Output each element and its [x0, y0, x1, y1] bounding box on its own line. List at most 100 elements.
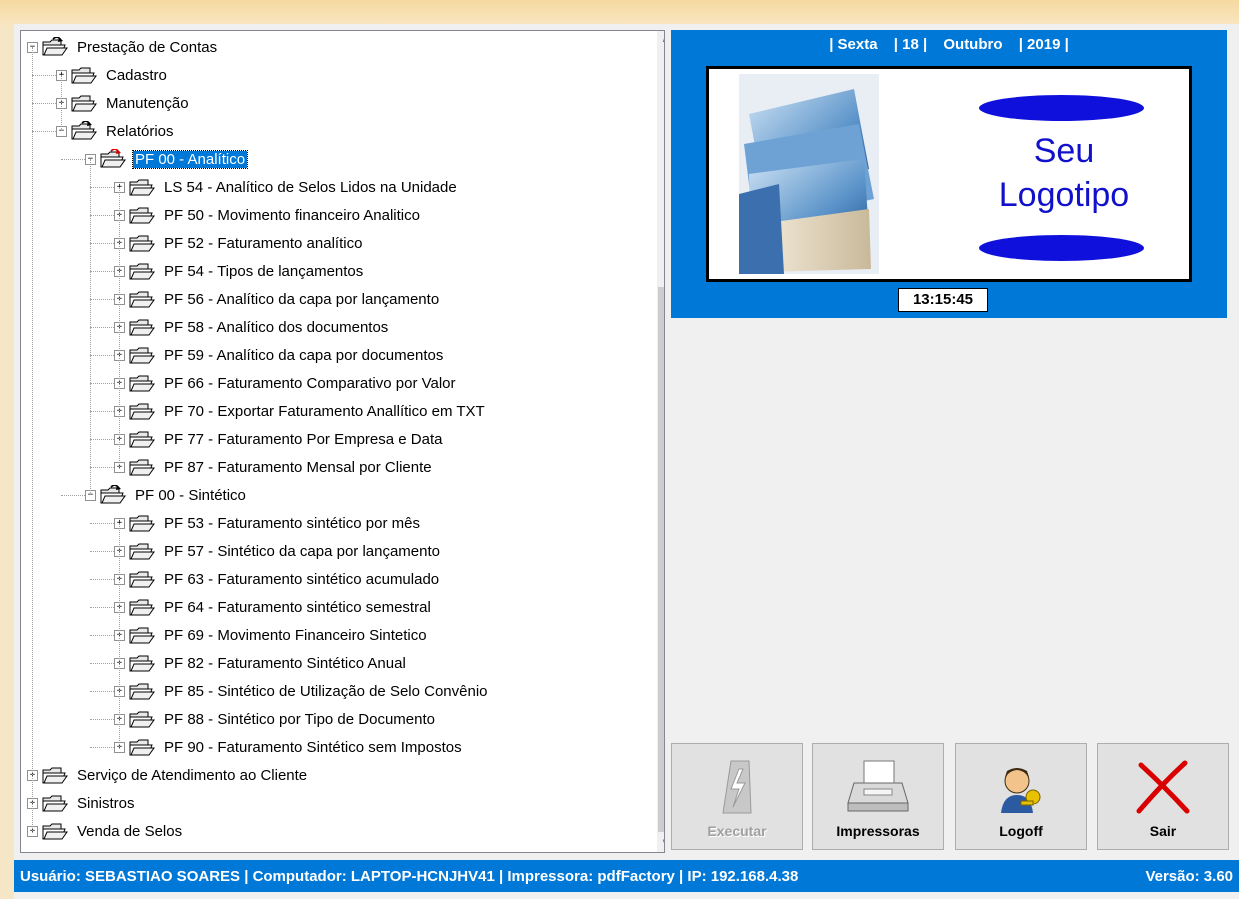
tree-item-label: PF 63 - Faturamento sintético acumulado: [164, 570, 440, 588]
tree-item[interactable]: − Relatórios: [56, 120, 176, 142]
execute-button[interactable]: Executar: [671, 743, 803, 850]
tree-item-label: PF 70 - Exportar Faturamento Anallítico …: [164, 402, 485, 420]
year: | 2019 |: [1018, 36, 1069, 53]
tree-item[interactable]: − PF 00 - Sintético: [85, 484, 248, 506]
tree-scrollbar[interactable]: ∧ ∨: [657, 31, 664, 852]
tree-connector: [90, 159, 91, 495]
tree-item[interactable]: + Cadastro: [56, 64, 169, 86]
tree-item[interactable]: + PF 90 - Faturamento Sintético sem Impos…: [114, 736, 464, 758]
tree-connector: [90, 215, 114, 216]
tree-item[interactable]: + PF 77 - Faturamento Por Empresa e Data: [114, 428, 444, 450]
tree-item[interactable]: + PF 88 - Sintético por Tipo de Documento: [114, 708, 437, 730]
tree-item-label: PF 82 - Faturamento Sintético Anual: [164, 654, 406, 672]
tree-item[interactable]: + Venda de Selos: [27, 820, 184, 842]
status-info: Usuário: SEBASTIAO SOARES | Computador: …: [20, 867, 799, 885]
tree-item[interactable]: + PF 87 - Faturamento Mensal por Cliente: [114, 456, 434, 478]
scroll-thumb[interactable]: [658, 287, 664, 832]
tree-item[interactable]: + PF 70 - Exportar Faturamento Anallítico…: [114, 400, 487, 422]
tree-item[interactable]: + PF 63 - Faturamento sintético acumulado: [114, 568, 441, 590]
logo-oval-top: [979, 95, 1144, 121]
folder-icon: [128, 597, 156, 617]
scroll-down-icon[interactable]: ∨: [657, 835, 664, 852]
printers-button[interactable]: Impressoras: [812, 743, 944, 850]
folder-icon: [99, 484, 127, 505]
tree-item[interactable]: − PF 00 - Analítico: [85, 148, 249, 170]
folder-icon: [128, 177, 156, 197]
tree-connector: [90, 579, 114, 580]
tree-connector: [90, 719, 114, 720]
folder-icon: [128, 205, 156, 225]
tree-item-label: PF 77 - Faturamento Por Empresa e Data: [164, 430, 443, 448]
folder-icon: [128, 541, 156, 561]
folder-icon: [70, 65, 98, 85]
tree-item[interactable]: + PF 66 - Faturamento Comparativo por Val…: [114, 372, 458, 394]
tree-connector: [61, 159, 85, 160]
tree-connector: [61, 495, 85, 496]
tree-item-label: Relatórios: [106, 122, 174, 140]
tree-item-label: PF 00 - Sintético: [135, 486, 246, 504]
printers-label: Impressoras: [836, 823, 920, 839]
tree-connector: [90, 355, 114, 356]
tree-item-label: PF 58 - Analítico dos documentos: [164, 318, 389, 336]
tree-connector: [90, 663, 114, 664]
tree-connector: [90, 691, 114, 692]
reports-tree[interactable]: − Prestação de Contas + Cadastro + Manutenção…: [20, 30, 665, 853]
tree-connector: [32, 75, 56, 76]
tree-connector: [32, 103, 56, 104]
tree-item[interactable]: + LS 54 - Analítico de Selos Lidos na Uni…: [114, 176, 459, 198]
execute-label: Executar: [707, 823, 767, 839]
tree-item[interactable]: + PF 59 - Analítico da capa por documento…: [114, 344, 445, 366]
folder-icon: [128, 233, 156, 253]
documents-icon: [739, 74, 879, 274]
close-icon: [1136, 760, 1190, 814]
tree-item[interactable]: + Sinistros: [27, 792, 137, 814]
tree-item[interactable]: + Serviço de Atendimento ao Cliente: [27, 764, 309, 786]
tree-item[interactable]: + PF 82 - Faturamento Sintético Anual: [114, 652, 408, 674]
logoff-label: Logoff: [999, 823, 1043, 839]
tree-connector: [32, 131, 56, 132]
folder-icon: [41, 821, 69, 841]
tree-connector: [90, 411, 114, 412]
tree-connector: [90, 299, 114, 300]
folder-icon: [128, 625, 156, 645]
tree-item[interactable]: + PF 58 - Analítico dos documentos: [114, 316, 390, 338]
folder-icon: [128, 457, 156, 477]
tree-item-label: PF 85 - Sintético de Utilização de Selo …: [164, 682, 488, 700]
exit-button[interactable]: Sair: [1097, 743, 1229, 850]
tree-item[interactable]: + PF 53 - Faturamento sintético por mês: [114, 512, 422, 534]
folder-icon: [128, 513, 156, 533]
folder-icon: [41, 765, 69, 785]
tree-item[interactable]: + PF 57 - Sintético da capa por lançament…: [114, 540, 442, 562]
tree-item[interactable]: + PF 69 - Movimento Financeiro Sintetico: [114, 624, 429, 646]
clock: 13:15:45: [898, 288, 988, 312]
tree-item[interactable]: + PF 52 - Faturamento analítico: [114, 232, 364, 254]
folder-icon: [128, 261, 156, 281]
tree-item-label: PF 88 - Sintético por Tipo de Documento: [164, 710, 435, 728]
tree-item-label: LS 54 - Analítico de Selos Lidos na Unid…: [164, 178, 457, 196]
tree-connector: [90, 383, 114, 384]
tree-item[interactable]: + PF 64 - Faturamento sintético semestral: [114, 596, 433, 618]
tree-item-label: PF 53 - Faturamento sintético por mês: [164, 514, 420, 532]
tree-item[interactable]: − Prestação de Contas: [27, 36, 219, 58]
tree-item[interactable]: + PF 56 - Analítico da capa por lançament…: [114, 288, 441, 310]
weekday: | Sexta: [829, 36, 878, 53]
tree-connector: [90, 243, 114, 244]
tree-item-label: PF 50 - Movimento financeiro Analitico: [164, 206, 420, 224]
tree-connector: [90, 271, 114, 272]
tree-item-label: PF 64 - Faturamento sintético semestral: [164, 598, 431, 616]
folder-icon: [99, 148, 127, 169]
logoff-button[interactable]: Logoff: [955, 743, 1087, 850]
tree-item[interactable]: + PF 54 - Tipos de lançamentos: [114, 260, 365, 282]
tree-item-label: PF 66 - Faturamento Comparativo por Valo…: [164, 374, 456, 392]
tree-item-label: Prestação de Contas: [77, 38, 218, 56]
tree-item-label: PF 56 - Analítico da capa por lançamento: [164, 290, 440, 308]
tree-connector: [119, 523, 120, 747]
logo-line-2: Logotipo: [998, 176, 1130, 214]
folder-icon: [70, 120, 98, 141]
tree-item[interactable]: + PF 50 - Movimento financeiro Analitico: [114, 204, 422, 226]
tree-item[interactable]: + PF 85 - Sintético de Utilização de Selo…: [114, 680, 490, 702]
tree-item[interactable]: + Manutenção: [56, 92, 191, 114]
scroll-up-icon[interactable]: ∧: [657, 31, 664, 48]
logo-line-1: Seu: [1033, 132, 1095, 170]
tree-connector: [90, 327, 114, 328]
